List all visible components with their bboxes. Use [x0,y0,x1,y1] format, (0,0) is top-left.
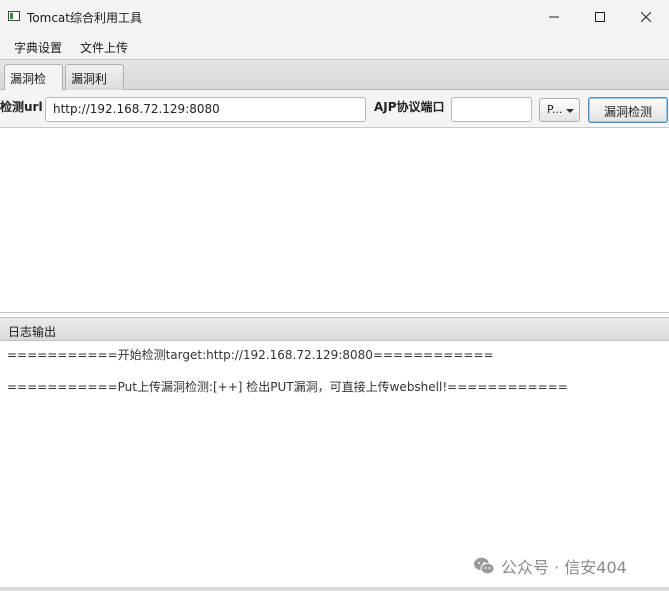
menu-bar: 字典设置 文件上传 [0,33,669,59]
url-label: 检测url [0,100,43,114]
close-icon [641,11,651,22]
protocol-select[interactable]: P... [539,98,580,122]
close-button[interactable] [623,0,669,33]
title-bar: Tomcat综合利用工具 [0,0,669,33]
ajp-port-label: AJP协议端口 [374,100,445,114]
result-area [0,128,669,313]
watermark-text: 公众号 · 信安404 [501,558,627,577]
tab-vuln-exploit[interactable]: 漏洞利用 [65,64,124,103]
log-header-label: 日志输出 [8,325,57,339]
url-input[interactable]: http://192.168.72.129:8080 [45,97,366,122]
vuln-detect-button[interactable]: 漏洞检测 [588,97,668,123]
minimize-button[interactable] [531,0,577,33]
tab-vuln-detect[interactable]: 漏洞检测 [4,64,63,103]
app-icon [8,11,20,21]
tab-bar: 漏洞检测 漏洞利用 [0,59,669,103]
detect-form: 检测url http://192.168.72.129:8080 AJP协议端口… [0,90,669,128]
window-title: Tomcat综合利用工具 [27,11,142,25]
chevron-down-icon [566,109,574,113]
maximize-icon [595,11,605,22]
menu-dictionary-settings[interactable]: 字典设置 [14,39,62,56]
window-bottom-edge [0,587,669,591]
log-line: ===========开始检测target:http://192.168.72.… [7,348,494,362]
protocol-select-value: P... [547,103,563,116]
wechat-icon [474,557,495,575]
ajp-port-input[interactable] [451,97,532,122]
watermark: 公众号 · 信安404 [473,554,627,578]
maximize-button[interactable] [577,0,623,33]
log-output[interactable]: ===========开始检测target:http://192.168.72.… [0,341,669,586]
minimize-icon [549,16,559,17]
log-line: ===========Put上传漏洞检测:[++] 检出PUT漏洞，可直接上传w… [7,380,568,394]
log-header: 日志输出 [0,317,669,341]
menu-file-upload[interactable]: 文件上传 [80,39,128,56]
